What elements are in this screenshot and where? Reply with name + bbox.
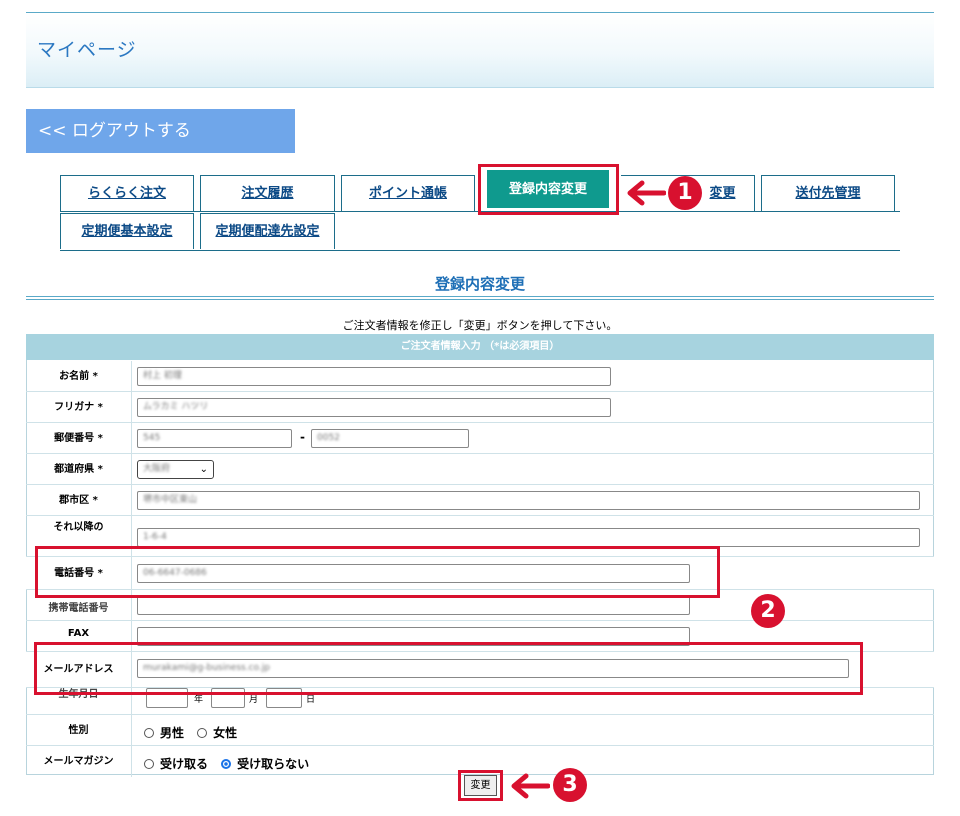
email-highlight-box	[34, 642, 863, 695]
row-name: お名前 * 村上 初理	[26, 361, 934, 392]
city-value: 堺市中区東山	[143, 495, 198, 505]
tab-label: 定期便配達先設定	[215, 224, 320, 239]
tab-highlight-box	[478, 164, 619, 215]
left-arrow-icon	[627, 180, 666, 206]
tab-regular-delivery[interactable]: 定期便配達先設定	[200, 213, 335, 249]
gender-options: 男性 女性	[144, 722, 245, 741]
form-header: ご注文者情報入力 （*は必須項目）	[26, 334, 934, 360]
row-prefecture: 都道府県 * 大阪府 ⌄	[26, 454, 934, 485]
tab-order-history[interactable]: 注文履歴	[200, 175, 335, 211]
kana-value: ムラカミ ハツリ	[143, 402, 209, 412]
name-input[interactable]: 村上 初理	[137, 367, 611, 386]
tab-label: ポイント通帳	[368, 186, 447, 201]
left-arrow-icon	[511, 773, 550, 799]
gender-label: 性別	[26, 715, 132, 746]
tab-regular-basic[interactable]: 定期便基本設定	[60, 213, 194, 249]
annotation-number-2: 2	[751, 594, 785, 628]
magazine-decline-label: 受け取らない	[237, 757, 310, 771]
tab-shipping-management[interactable]: 送付先管理	[761, 175, 895, 211]
magazine-options: 受け取る 受け取らない	[144, 753, 317, 772]
tab-label: 注文履歴	[241, 186, 294, 201]
instruction-text: ご注文者情報を修正し「変更」ボタンを押して下さい。	[342, 319, 618, 332]
annotation-number-1: 1	[668, 176, 702, 210]
tab-divider	[60, 250, 900, 251]
annotation-number-3: 3	[553, 768, 587, 802]
magazine-label: メールマガジン	[26, 746, 132, 777]
magazine-receive-label: 受け取る	[160, 757, 209, 771]
postal-input-2[interactable]: 0052	[311, 429, 469, 448]
kana-input[interactable]: ムラカミ ハツリ	[137, 398, 611, 417]
postal-input-1[interactable]: 545	[137, 429, 292, 448]
chevron-down-icon: ⌄	[199, 464, 208, 475]
prefecture-label: 都道府県 *	[26, 454, 132, 485]
magazine-decline-radio[interactable]	[221, 758, 232, 769]
gender-male-label: 男性	[160, 726, 185, 740]
prefecture-select[interactable]: 大阪府 ⌄	[137, 460, 214, 479]
postal-value-2: 0052	[317, 433, 340, 443]
gender-female-label: 女性	[213, 726, 238, 740]
city-label: 郡市区 *	[26, 485, 132, 516]
address-value: 1-6-4	[143, 532, 167, 542]
gender-male-radio[interactable]	[144, 727, 154, 738]
mobile-input[interactable]	[137, 596, 690, 615]
postal-separator: -	[300, 430, 305, 444]
address-input[interactable]: 1-6-4	[137, 528, 920, 547]
tab-rakuraku-order[interactable]: らくらく注文	[60, 175, 194, 211]
postal-value-1: 545	[143, 433, 161, 443]
name-label: お名前 *	[26, 361, 132, 392]
name-value: 村上 初理	[143, 371, 182, 381]
row-kana: フリガナ * ムラカミ ハツリ	[26, 392, 934, 423]
prefecture-value: 大阪府	[143, 464, 171, 474]
mypage-header-bar	[26, 12, 934, 88]
divider	[26, 299, 934, 300]
row-postal: 郵便番号 * 545 - 0052	[26, 423, 934, 454]
section-title: 登録内容変更	[434, 275, 525, 293]
tab-label: 変更	[709, 186, 736, 201]
city-input[interactable]: 堺市中区東山	[137, 491, 920, 510]
tab-label: らくらく注文	[87, 186, 166, 201]
kana-label: フリガナ *	[26, 392, 132, 423]
postal-label: 郵便番号 *	[26, 423, 132, 454]
row-city: 郡市区 * 堺市中区東山	[26, 485, 934, 516]
phone-highlight-box	[35, 546, 720, 598]
tab-label: 送付先管理	[795, 186, 861, 201]
gender-female-radio[interactable]	[197, 727, 208, 738]
change-button[interactable]: 変更	[464, 775, 497, 796]
tab-points[interactable]: ポイント通帳	[341, 175, 475, 211]
divider	[26, 296, 934, 297]
magazine-receive-radio[interactable]	[144, 758, 154, 769]
page-title: マイページ	[37, 39, 137, 61]
logout-button[interactable]: << ログアウトする	[26, 109, 295, 153]
tab-label: 定期便基本設定	[81, 224, 173, 239]
row-gender: 性別 男性 女性	[26, 715, 934, 746]
